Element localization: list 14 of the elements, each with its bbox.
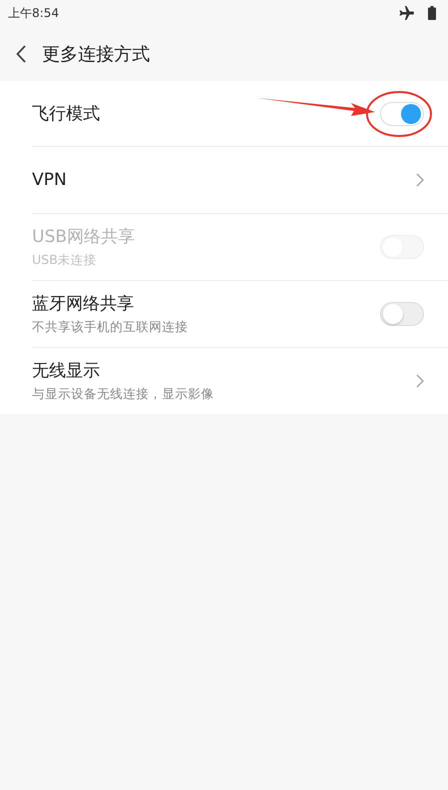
- status-time: 上午8:54: [8, 4, 59, 22]
- setting-title[interactable]: 飞行模式: [32, 102, 100, 125]
- battery-icon: [428, 6, 436, 20]
- setting-description: 与显示设备无线连接，显示影像: [32, 386, 214, 403]
- toggle-switch[interactable]: [380, 302, 424, 326]
- setting-description: 不共享该手机的互联网连接: [32, 319, 188, 336]
- setting-title[interactable]: 蓝牙网络共享: [32, 292, 188, 315]
- setting-description: USB未连接: [32, 252, 98, 269]
- setting-title[interactable]: VPN: [32, 170, 67, 190]
- toggle-switch[interactable]: [380, 102, 424, 126]
- airplane-icon: [398, 6, 414, 20]
- setting-title[interactable]: 无线显示: [32, 359, 214, 382]
- back-icon[interactable]: [16, 44, 26, 62]
- page-title: 更多连接方式: [42, 42, 150, 66]
